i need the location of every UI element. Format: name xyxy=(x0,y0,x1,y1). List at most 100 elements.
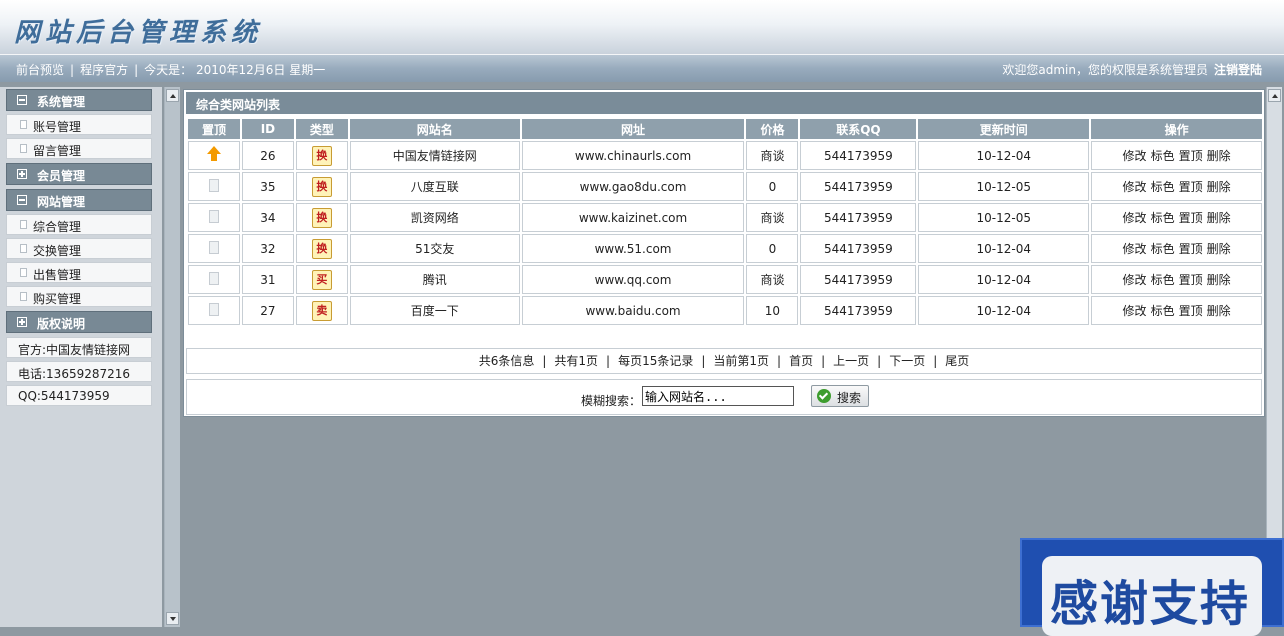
cell-url: www.kaizinet.com xyxy=(521,203,745,232)
official-site-link[interactable]: 程序官方 xyxy=(80,61,128,78)
color-link[interactable]: 标色 xyxy=(1151,242,1175,256)
table-row: 26 换 中国友情链接网 www.chinaurls.com 商谈 544173… xyxy=(188,141,1262,170)
edit-link[interactable]: 修改 xyxy=(1123,180,1147,194)
cell-price: 商谈 xyxy=(746,265,799,294)
col-header-type: 类型 xyxy=(295,119,348,139)
color-link[interactable]: 标色 xyxy=(1151,273,1175,287)
sidebar-item-label: 交换管理 xyxy=(33,244,82,258)
cell-actions: 修改 标色 置顶 删除 xyxy=(1091,265,1262,294)
cell-name: 凯资网络 xyxy=(349,203,520,232)
delete-link[interactable]: 删除 xyxy=(1207,273,1231,287)
scroll-down-arrow-icon[interactable] xyxy=(166,612,179,625)
search-button-label: 搜索 xyxy=(837,391,862,405)
sidebar-item-label: 出售管理 xyxy=(33,268,82,282)
pin-link[interactable]: 置顶 xyxy=(1179,242,1203,256)
pin-link[interactable]: 置顶 xyxy=(1179,149,1203,163)
site-table: 置顶 ID 类型 网站名 网址 价格 联系QQ 更新时间 操作 26 换 中国友… xyxy=(186,117,1264,327)
cell-actions: 修改 标色 置顶 删除 xyxy=(1091,296,1262,325)
sell-type-icon: 卖 xyxy=(311,300,332,321)
menu-group-system[interactable]: 系统管理 xyxy=(6,89,152,111)
menu-group-sites[interactable]: 网站管理 xyxy=(6,189,152,211)
table-row: 35 换 八度互联 www.gao8du.com 0 544173959 10-… xyxy=(188,172,1262,201)
cell-actions: 修改 标色 置顶 删除 xyxy=(1091,203,1262,232)
buy-type-icon: 买 xyxy=(311,269,332,290)
delete-link[interactable]: 删除 xyxy=(1207,211,1231,225)
search-input[interactable] xyxy=(642,386,794,406)
scroll-up-arrow-icon[interactable] xyxy=(166,89,179,102)
thanks-text: 感谢支持 xyxy=(1050,576,1251,632)
menu-group-members[interactable]: 会员管理 xyxy=(6,163,152,185)
color-link[interactable]: 标色 xyxy=(1151,180,1175,194)
cell-qq: 544173959 xyxy=(800,141,917,170)
search-bar: 模糊搜索： 搜索 xyxy=(186,379,1262,415)
cell-name: 八度互联 xyxy=(349,172,520,201)
app-logo: 网站后台管理系统 xyxy=(14,18,263,48)
first-page-link[interactable]: 首页 xyxy=(789,354,813,368)
delete-link[interactable]: 删除 xyxy=(1207,242,1231,256)
document-icon xyxy=(20,220,27,229)
cell-actions: 修改 标色 置顶 删除 xyxy=(1091,172,1262,201)
document-icon xyxy=(20,292,27,301)
pin-link[interactable]: 置顶 xyxy=(1179,180,1203,194)
color-link[interactable]: 标色 xyxy=(1151,149,1175,163)
cell-id: 32 xyxy=(241,234,294,263)
edit-link[interactable]: 修改 xyxy=(1123,149,1147,163)
cell-price: 0 xyxy=(746,234,799,263)
pin-link[interactable]: 置顶 xyxy=(1179,273,1203,287)
cell-price: 商谈 xyxy=(746,141,799,170)
document-icon xyxy=(208,271,219,285)
cell-time: 10-12-05 xyxy=(918,172,1090,201)
delete-link[interactable]: 删除 xyxy=(1207,180,1231,194)
document-icon xyxy=(208,240,219,254)
document-icon xyxy=(20,120,27,129)
sidebar-item-messages[interactable]: 留言管理 xyxy=(6,138,152,159)
menu-group-label: 系统管理 xyxy=(37,95,86,109)
cell-id: 27 xyxy=(241,296,294,325)
color-link[interactable]: 标色 xyxy=(1151,304,1175,318)
sidebar-item-exchange[interactable]: 交换管理 xyxy=(6,238,152,259)
sidebar-scrollbar[interactable] xyxy=(164,87,180,627)
next-page-link[interactable]: 下一页 xyxy=(889,354,925,368)
pin-link[interactable]: 置顶 xyxy=(1179,304,1203,318)
collapse-icon xyxy=(17,95,27,105)
delete-link[interactable]: 删除 xyxy=(1207,149,1231,163)
edit-link[interactable]: 修改 xyxy=(1123,304,1147,318)
header-banner: 网站后台管理系统 xyxy=(0,0,1284,54)
check-icon xyxy=(817,389,831,403)
search-label: 模糊搜索： xyxy=(581,394,642,408)
cell-url: www.baidu.com xyxy=(521,296,745,325)
col-header-url: 网址 xyxy=(521,119,745,139)
up-arrow-icon[interactable] xyxy=(206,146,221,162)
search-button[interactable]: 搜索 xyxy=(811,385,869,407)
sidebar-item-sell[interactable]: 出售管理 xyxy=(6,262,152,283)
logout-link[interactable]: 注销登陆 xyxy=(1214,63,1262,77)
pin-link[interactable]: 置顶 xyxy=(1179,211,1203,225)
sidebar-item-buy[interactable]: 购买管理 xyxy=(6,286,152,307)
collapse-icon xyxy=(17,195,27,205)
color-link[interactable]: 标色 xyxy=(1151,211,1175,225)
cell-time: 10-12-04 xyxy=(918,234,1090,263)
sidebar-item-label: 综合管理 xyxy=(33,220,82,234)
edit-link[interactable]: 修改 xyxy=(1123,211,1147,225)
site-list-panel: 综合类网站列表 置顶 ID 类型 网站名 网址 价格 联系QQ 更新时间 操作 … xyxy=(183,89,1265,417)
front-preview-link[interactable]: 前台预览 xyxy=(16,61,64,78)
scroll-up-arrow-icon[interactable] xyxy=(1268,89,1281,102)
delete-link[interactable]: 删除 xyxy=(1207,304,1231,318)
cell-price: 0 xyxy=(746,172,799,201)
menu-group-copyright[interactable]: 版权说明 xyxy=(6,311,152,333)
sidebar-item-label: 购买管理 xyxy=(33,292,82,306)
col-header-top: 置顶 xyxy=(188,119,240,139)
cell-price: 商谈 xyxy=(746,203,799,232)
info-text: QQ:544173959 xyxy=(18,389,110,403)
cell-qq: 544173959 xyxy=(800,296,917,325)
sidebar-item-accounts[interactable]: 账号管理 xyxy=(6,114,152,135)
copyright-phone: 电话:13659287216 xyxy=(6,361,152,382)
col-header-price: 价格 xyxy=(746,119,799,139)
sidebar-item-general[interactable]: 综合管理 xyxy=(6,214,152,235)
edit-link[interactable]: 修改 xyxy=(1123,273,1147,287)
edit-link[interactable]: 修改 xyxy=(1123,242,1147,256)
cell-url: www.qq.com xyxy=(521,265,745,294)
prev-page-link[interactable]: 上一页 xyxy=(833,354,869,368)
document-icon xyxy=(20,268,27,277)
last-page-link[interactable]: 尾页 xyxy=(945,354,969,368)
